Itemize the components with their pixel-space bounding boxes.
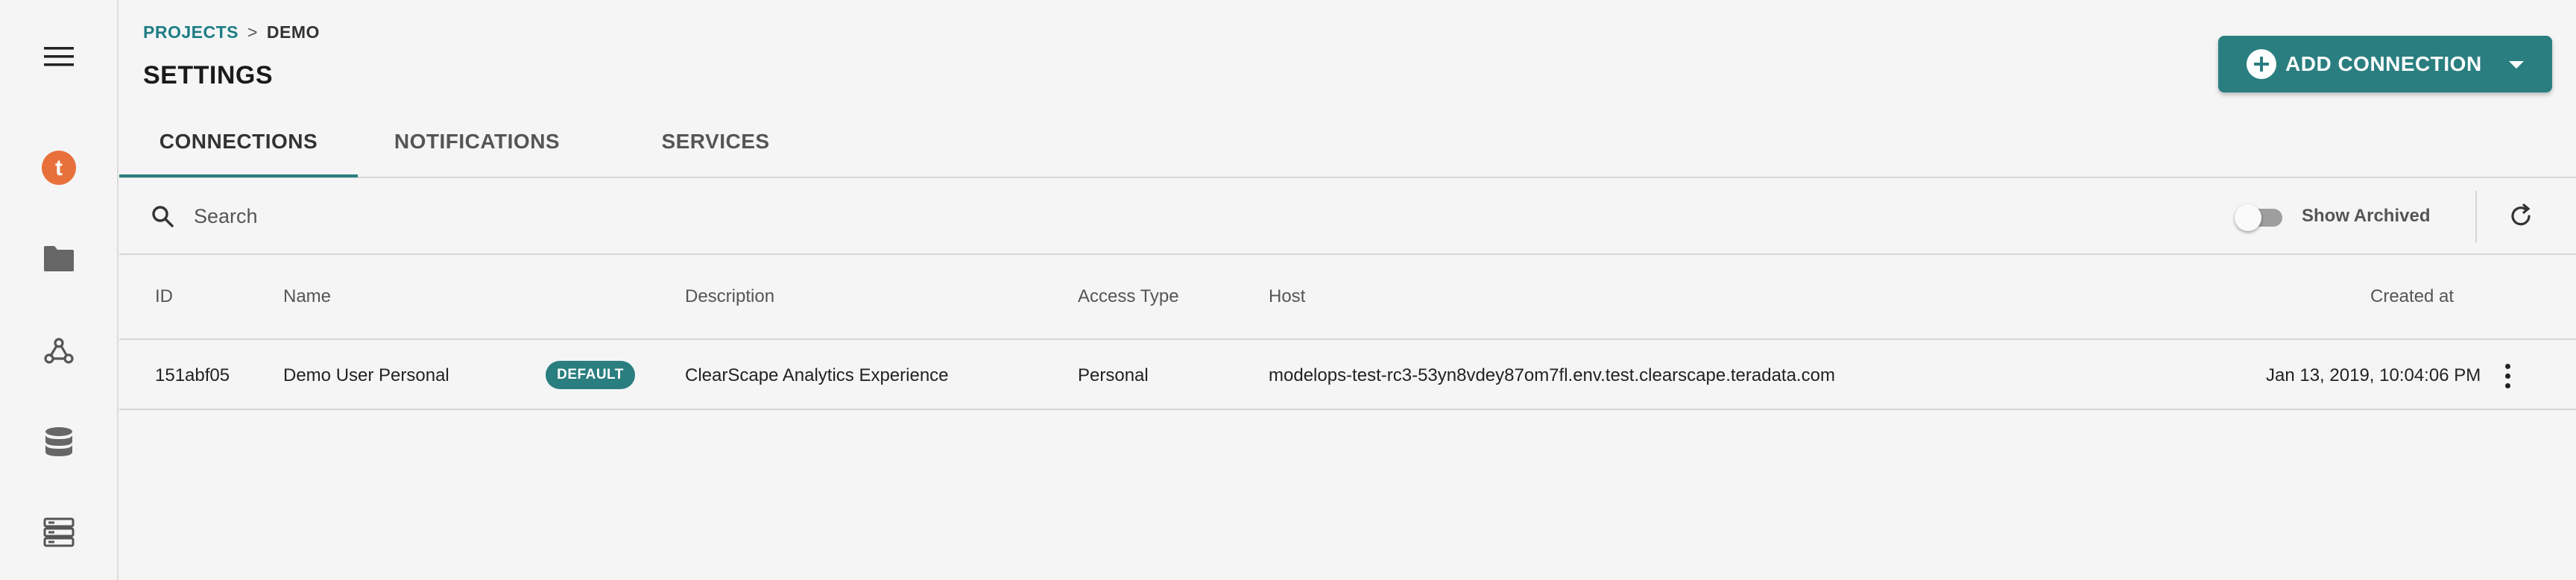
table-toolbar: Show Archived xyxy=(119,179,2576,255)
default-badge: DEFAULT xyxy=(546,361,635,389)
table-header: ID Name Description Access Type Host Cre… xyxy=(119,256,2576,340)
toggle-thumb xyxy=(2235,204,2261,231)
database-icon[interactable] xyxy=(37,420,81,464)
refresh-icon[interactable] xyxy=(2504,200,2537,233)
toolbar-divider xyxy=(2475,191,2477,243)
menu-icon[interactable] xyxy=(37,34,81,79)
sidebar: t xyxy=(0,0,119,580)
add-connection-label: ADD CONNECTION xyxy=(2285,52,2482,75)
cell-description: ClearScape Analytics Experience xyxy=(685,365,949,385)
breadcrumb-projects-link[interactable]: PROJECTS xyxy=(143,22,239,42)
search-input[interactable] xyxy=(194,201,865,231)
cell-id: 151abf05 xyxy=(155,365,230,385)
chevron-down-icon[interactable] xyxy=(2509,61,2524,69)
cell-host: modelops-test-rc3-53yn8vdey87om7fl.env.t… xyxy=(1269,365,1835,385)
column-header-created-at[interactable]: Created at xyxy=(2370,286,2454,307)
tab-services[interactable]: SERVICES xyxy=(596,130,835,154)
breadcrumb-current: DEMO xyxy=(266,22,320,42)
cell-name: Demo User Personal xyxy=(283,365,449,385)
show-archived-toggle[interactable] xyxy=(2235,204,2282,231)
main-content: PROJECTS > DEMO SETTINGS ADD CONNECTION … xyxy=(119,0,2576,580)
teradata-logo-icon[interactable]: t xyxy=(37,145,81,190)
folder-icon[interactable] xyxy=(37,236,81,281)
tab-connections[interactable]: CONNECTIONS xyxy=(119,130,358,154)
more-vert-icon[interactable] xyxy=(2493,361,2522,391)
tab-notifications[interactable]: NOTIFICATIONS xyxy=(358,130,596,154)
webhook-icon[interactable] xyxy=(37,329,81,373)
add-connection-button[interactable]: ADD CONNECTION xyxy=(2218,36,2552,92)
column-header-id[interactable]: ID xyxy=(155,286,173,307)
table-row[interactable]: 151abf05 Demo User Personal DEFAULT Clea… xyxy=(119,341,2576,410)
search-icon xyxy=(151,204,174,232)
column-header-description[interactable]: Description xyxy=(685,286,774,307)
app: t PROJECTS > DEMO SETTINGS ADD CONNECTIO… xyxy=(0,0,2576,580)
column-header-access-type[interactable]: Access Type xyxy=(1078,286,1179,307)
plus-circle-icon xyxy=(2247,49,2276,79)
active-tab-indicator xyxy=(119,174,358,177)
breadcrumb-separator: > xyxy=(247,22,258,42)
column-header-host[interactable]: Host xyxy=(1269,286,1305,307)
column-header-name[interactable]: Name xyxy=(283,286,331,307)
tab-bar: CONNECTIONS NOTIFICATIONS SERVICES xyxy=(119,112,2576,178)
server-icon[interactable] xyxy=(37,510,81,555)
cell-created-at: Jan 13, 2019, 10:04:06 PM xyxy=(2266,365,2481,385)
breadcrumb: PROJECTS > DEMO xyxy=(143,22,320,42)
page-title: SETTINGS xyxy=(143,61,274,89)
teradata-logo-letter: t xyxy=(55,156,63,180)
cell-access-type: Personal xyxy=(1078,365,1149,385)
show-archived-label: Show Archived xyxy=(2302,206,2431,226)
